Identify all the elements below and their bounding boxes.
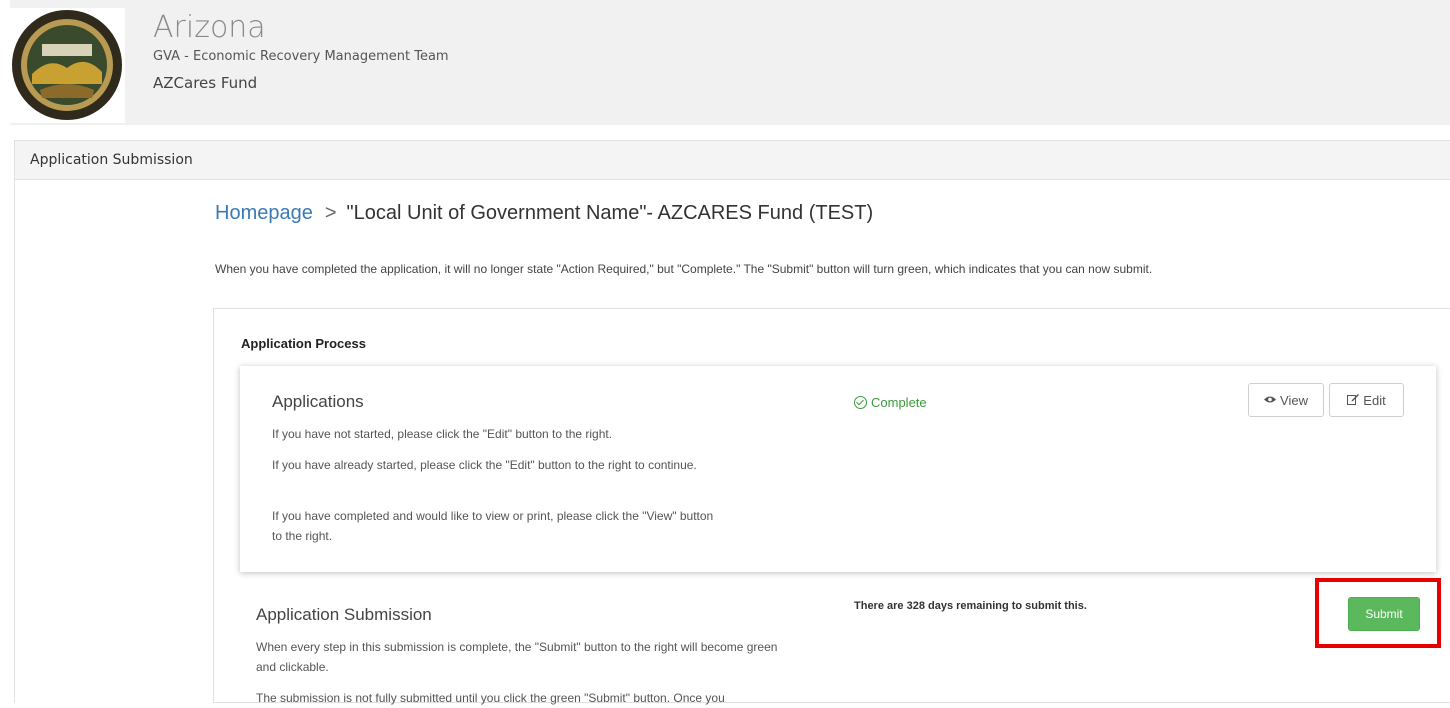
eye-icon <box>1264 393 1277 407</box>
instructions-text: When you have completed the application,… <box>215 262 1153 276</box>
edit-button-label: Edit <box>1363 392 1386 408</box>
breadcrumb-separator: > <box>324 202 337 224</box>
check-circle-icon <box>854 396 867 409</box>
submission-instruction: The submission is not fully submitted un… <box>256 691 725 705</box>
breadcrumb-current: "Local Unit of Government Name"- AZCARES… <box>346 202 874 224</box>
applications-instruction: If you have completed and would like to … <box>272 509 714 543</box>
page-title: Application Submission <box>30 152 193 168</box>
edit-button[interactable]: Edit <box>1329 383 1404 417</box>
applications-instruction: If you have not started, please click th… <box>272 427 613 441</box>
view-button[interactable]: View <box>1248 383 1324 417</box>
breadcrumb-home-link[interactable]: Homepage <box>215 202 313 224</box>
view-button-label: View <box>1280 392 1308 408</box>
applications-title: Applications <box>272 392 364 411</box>
submission-instruction: When every step in this submission is co… <box>256 640 778 674</box>
days-remaining-text: There are 328 days remaining to submit t… <box>854 600 1087 612</box>
status-badge: Complete <box>854 395 927 410</box>
fund-name: AZCares Fund <box>153 74 258 92</box>
org-name: Arizona <box>153 10 266 45</box>
app-header: Arizona GVA - Economic Recovery Manageme… <box>10 0 1450 125</box>
page-title-bar: Application Submission <box>14 140 1450 180</box>
breadcrumb: Homepage > "Local Unit of Government Name"… <box>215 202 873 225</box>
submit-button[interactable]: Submit <box>1348 597 1420 631</box>
applications-instruction: If you have already started, please clic… <box>272 458 697 472</box>
state-seal-icon <box>10 8 125 123</box>
application-process-title: Application Process <box>241 336 366 351</box>
edit-icon <box>1347 393 1360 408</box>
submission-title: Application Submission <box>256 605 432 624</box>
status-label: Complete <box>871 395 927 410</box>
org-subtitle: GVA - Economic Recovery Management Team <box>153 49 449 64</box>
